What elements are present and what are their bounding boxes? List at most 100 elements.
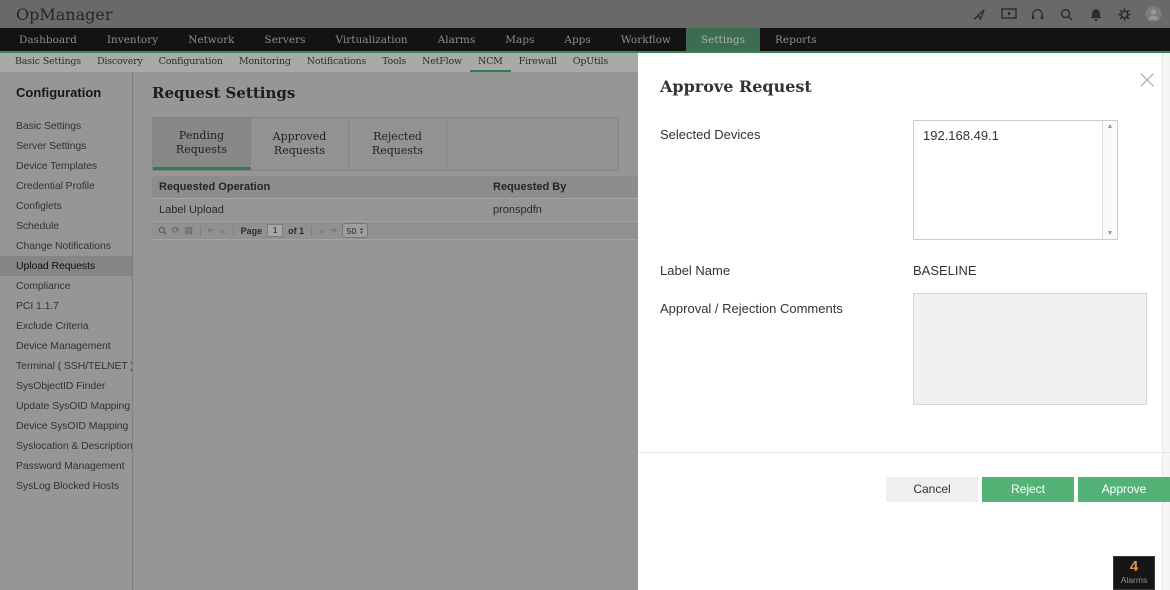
close-icon[interactable]: × bbox=[1136, 67, 1158, 93]
user-avatar[interactable] bbox=[1145, 6, 1162, 23]
configuration-sidebar: Configuration Basic Settings Server Setti… bbox=[0, 72, 133, 590]
alarms-label: Alarms bbox=[1120, 575, 1148, 585]
column-header: Requested By bbox=[493, 181, 567, 193]
scroll-down-icon[interactable]: ▼ bbox=[1103, 230, 1117, 237]
subnav-item[interactable]: NetFlow bbox=[414, 53, 470, 72]
selected-device-item[interactable]: 192.168.49.1 bbox=[914, 121, 1117, 150]
cell-requested-by: pronspdfn bbox=[493, 204, 542, 216]
nav-item[interactable]: Dashboard bbox=[4, 28, 92, 51]
approve-button[interactable]: Approve bbox=[1078, 477, 1170, 502]
sidebar-item[interactable]: Terminal ( SSH/TELNET ) bbox=[0, 356, 132, 376]
sidebar-item[interactable]: Schedule bbox=[0, 216, 132, 236]
sidebar-item[interactable]: Exclude Criteria bbox=[0, 316, 132, 336]
pager-divider bbox=[232, 225, 234, 236]
tab[interactable]: Approved Requests bbox=[251, 118, 349, 170]
subnav-item[interactable]: Basic Settings bbox=[7, 53, 89, 72]
subnav-item[interactable]: Firewall bbox=[511, 53, 565, 72]
sidebar-item[interactable]: Update SysOID Mapping bbox=[0, 396, 132, 416]
nav-item[interactable]: Reports bbox=[760, 28, 832, 51]
label-name-label: Label Name bbox=[660, 263, 731, 278]
last-page-button[interactable]: ⇥ bbox=[329, 225, 337, 236]
sidebar-item[interactable]: Compliance bbox=[0, 276, 132, 296]
selected-devices-label: Selected Devices bbox=[660, 127, 761, 142]
tab[interactable]: Pending Requests bbox=[153, 118, 251, 170]
sidebar-item[interactable]: SysLog Blocked Hosts bbox=[0, 476, 132, 496]
subnav-item[interactable]: Tools bbox=[374, 53, 414, 72]
sidebar-item[interactable]: Credential Profile bbox=[0, 176, 132, 196]
nav-item[interactable]: Servers bbox=[250, 28, 321, 51]
rocket-icon[interactable] bbox=[971, 6, 988, 23]
sidebar-item[interactable]: Server Settings bbox=[0, 136, 132, 156]
subnav-item[interactable]: OpUtils bbox=[565, 53, 616, 72]
opmanager-screen: OpManager Dashboard Inventory Network Se… bbox=[0, 0, 1170, 590]
sidebar-item[interactable]: Upload Requests bbox=[0, 256, 132, 276]
topbar-icons bbox=[971, 6, 1162, 23]
modal-title: Approve Request bbox=[660, 77, 812, 96]
reject-button[interactable]: Reject bbox=[982, 477, 1074, 502]
notification-bell-icon[interactable] bbox=[1087, 6, 1104, 23]
sidebar-item[interactable]: SysObjectID Finder bbox=[0, 376, 132, 396]
subnav-item[interactable]: Discovery bbox=[89, 53, 151, 72]
table-search-icon[interactable] bbox=[158, 226, 167, 235]
nav-item[interactable]: Settings bbox=[685, 28, 760, 51]
table-body: Label Upload pronspdfn bbox=[152, 199, 638, 222]
sidebar-item[interactable]: Device Templates bbox=[0, 156, 132, 176]
nav-item[interactable]: Inventory bbox=[92, 28, 173, 51]
nav-item[interactable]: Network bbox=[173, 28, 249, 51]
page-title: Request Settings bbox=[152, 84, 296, 102]
comments-textarea[interactable] bbox=[913, 293, 1147, 405]
listbox-scrollbar[interactable]: ▲ ▼ bbox=[1102, 121, 1117, 239]
settings-gear-icon[interactable] bbox=[1116, 6, 1133, 23]
subnav-item[interactable]: Monitoring bbox=[231, 53, 299, 72]
sidebar-item[interactable]: Syslocation & Description bbox=[0, 436, 132, 456]
app-logo: OpManager bbox=[16, 4, 113, 24]
search-icon[interactable] bbox=[1058, 6, 1075, 23]
sub-navigation: Basic Settings Discovery Configuration Moni… bbox=[0, 53, 645, 72]
page-size-select[interactable]: 50 ▴ ▾ bbox=[341, 223, 368, 238]
spinner-arrows-icon: ▴ ▾ bbox=[360, 225, 363, 236]
sidebar-item[interactable]: Configlets bbox=[0, 196, 132, 216]
table-row[interactable]: Label Upload pronspdfn bbox=[152, 199, 638, 222]
nav-item[interactable]: Virtualization bbox=[320, 28, 422, 51]
cancel-button[interactable]: Cancel bbox=[886, 477, 978, 502]
top-bar: OpManager bbox=[0, 0, 1170, 28]
video-tour-icon[interactable] bbox=[1000, 6, 1017, 23]
table-header-row: Requested Operation Requested By bbox=[152, 176, 638, 199]
subnav-item[interactable]: Configuration bbox=[151, 53, 231, 72]
sidebar-item[interactable]: Change Notifications bbox=[0, 236, 132, 256]
request-settings-panel: Request Settings Pending Requests Approve… bbox=[133, 72, 638, 590]
sidebar-item[interactable]: PCI 1.1.7 bbox=[0, 296, 132, 316]
page-size-value: 50 bbox=[346, 225, 357, 236]
sidebar-item[interactable]: Device SysOID Mapping bbox=[0, 416, 132, 436]
sidebar-item[interactable]: Basic Settings bbox=[0, 116, 132, 136]
sidebar-item[interactable]: Device Management bbox=[0, 336, 132, 356]
refresh-icon[interactable]: ⟳ bbox=[172, 226, 180, 235]
page-number-input[interactable]: 1 bbox=[267, 224, 284, 237]
nav-item[interactable]: Alarms bbox=[423, 28, 491, 51]
modal-scrollbar[interactable] bbox=[1162, 53, 1170, 590]
pager-divider bbox=[311, 225, 313, 236]
label-name-value: BASELINE bbox=[913, 263, 977, 278]
scroll-up-icon[interactable]: ▲ bbox=[1103, 123, 1117, 130]
next-page-button[interactable]: » bbox=[319, 226, 324, 236]
main-navigation: Dashboard Inventory Network Servers Virtuali… bbox=[0, 28, 1170, 53]
sidebar-list: Basic Settings Server Settings Device Temp… bbox=[0, 116, 132, 496]
export-icon[interactable]: ▤ bbox=[185, 226, 194, 235]
nav-item[interactable]: Maps bbox=[490, 28, 549, 51]
modal-buttons: Cancel Reject Approve bbox=[886, 477, 1170, 502]
footer-divider bbox=[638, 452, 1170, 453]
first-page-button[interactable]: ⇤ bbox=[208, 225, 216, 236]
selected-devices-listbox[interactable]: 192.168.49.1 ▲ ▼ bbox=[913, 120, 1118, 240]
subnav-item[interactable]: Notifications bbox=[299, 53, 374, 72]
column-header: Requested Operation bbox=[159, 181, 271, 193]
nav-item[interactable]: Workflow bbox=[606, 28, 686, 51]
prev-page-button[interactable]: « bbox=[221, 226, 226, 236]
subnav-item[interactable]: NCM bbox=[469, 53, 511, 72]
support-headset-icon[interactable] bbox=[1029, 6, 1046, 23]
sidebar-item[interactable]: Password Management bbox=[0, 456, 132, 476]
alarms-badge[interactable]: 4 Alarms bbox=[1113, 556, 1155, 590]
cell-requested-operation: Label Upload bbox=[159, 204, 224, 216]
nav-item[interactable]: Apps bbox=[549, 28, 605, 51]
tab[interactable]: Rejected Requests bbox=[349, 118, 447, 170]
page-of-text: of 1 bbox=[288, 225, 305, 236]
